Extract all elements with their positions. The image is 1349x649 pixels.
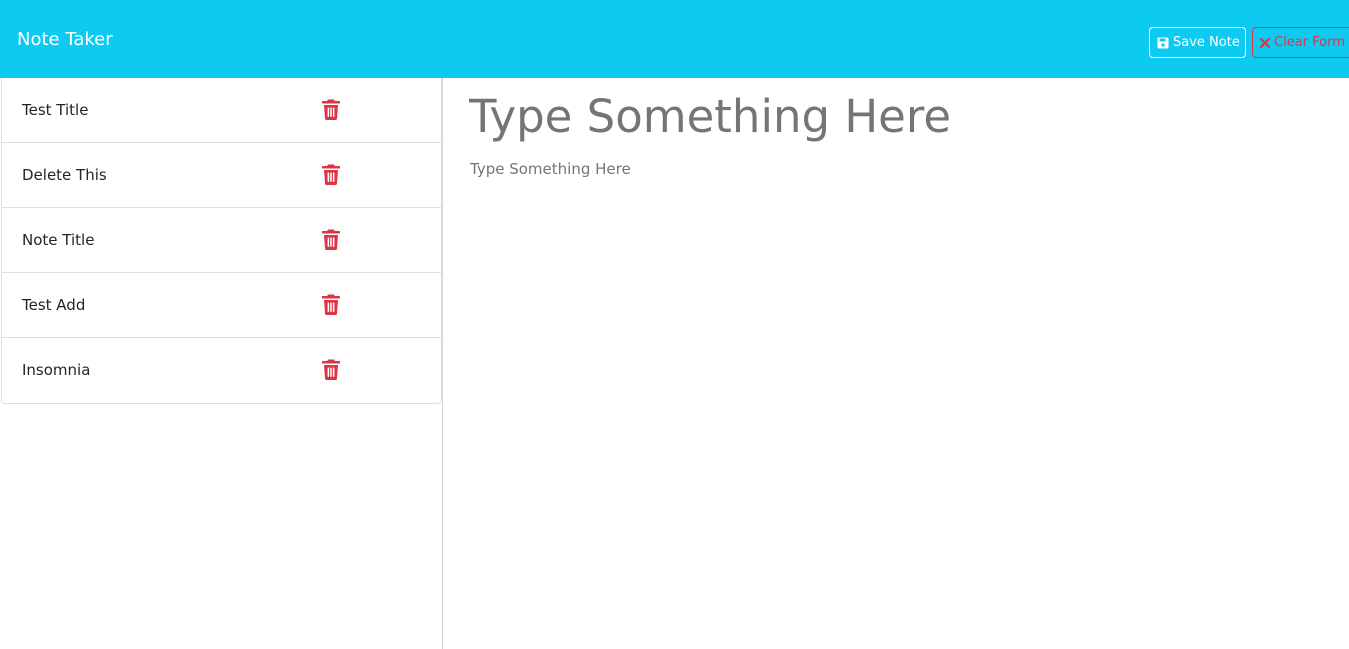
note-list-title[interactable]: Delete This: [22, 165, 107, 185]
floppy-disk-icon: [1157, 37, 1169, 48]
trash-icon[interactable]: [322, 359, 340, 380]
save-note-label: Save Note: [1173, 35, 1240, 50]
trash-icon[interactable]: [322, 164, 340, 185]
trash-icon[interactable]: [322, 229, 340, 250]
notes-list: Test Title Delete This Note Title Test A…: [1, 78, 442, 404]
note-list-title[interactable]: Note Title: [22, 230, 94, 250]
trash-icon[interactable]: [322, 294, 340, 315]
note-editor: [443, 78, 1349, 649]
list-item[interactable]: Test Add: [2, 273, 441, 338]
navbar: Note Taker Save Note Clear Form: [0, 0, 1349, 78]
note-list-title[interactable]: Insomnia: [22, 360, 90, 380]
note-list-title[interactable]: Test Add: [22, 295, 85, 315]
clear-form-label: Clear Form: [1274, 35, 1345, 50]
app-brand[interactable]: Note Taker: [17, 29, 113, 51]
list-item[interactable]: Delete This: [2, 143, 441, 208]
list-item[interactable]: Test Title: [2, 78, 441, 143]
notes-sidebar: Test Title Delete This Note Title Test A…: [0, 78, 443, 649]
trash-icon[interactable]: [322, 99, 340, 120]
save-note-button[interactable]: Save Note: [1149, 27, 1246, 58]
list-item[interactable]: Insomnia: [2, 338, 441, 403]
x-icon: [1260, 37, 1270, 48]
list-item[interactable]: Note Title: [2, 208, 441, 273]
note-list-title[interactable]: Test Title: [22, 100, 88, 120]
note-title-input[interactable]: [469, 92, 1329, 142]
note-body-textarea[interactable]: [470, 158, 1330, 628]
clear-form-button[interactable]: Clear Form: [1252, 27, 1349, 58]
